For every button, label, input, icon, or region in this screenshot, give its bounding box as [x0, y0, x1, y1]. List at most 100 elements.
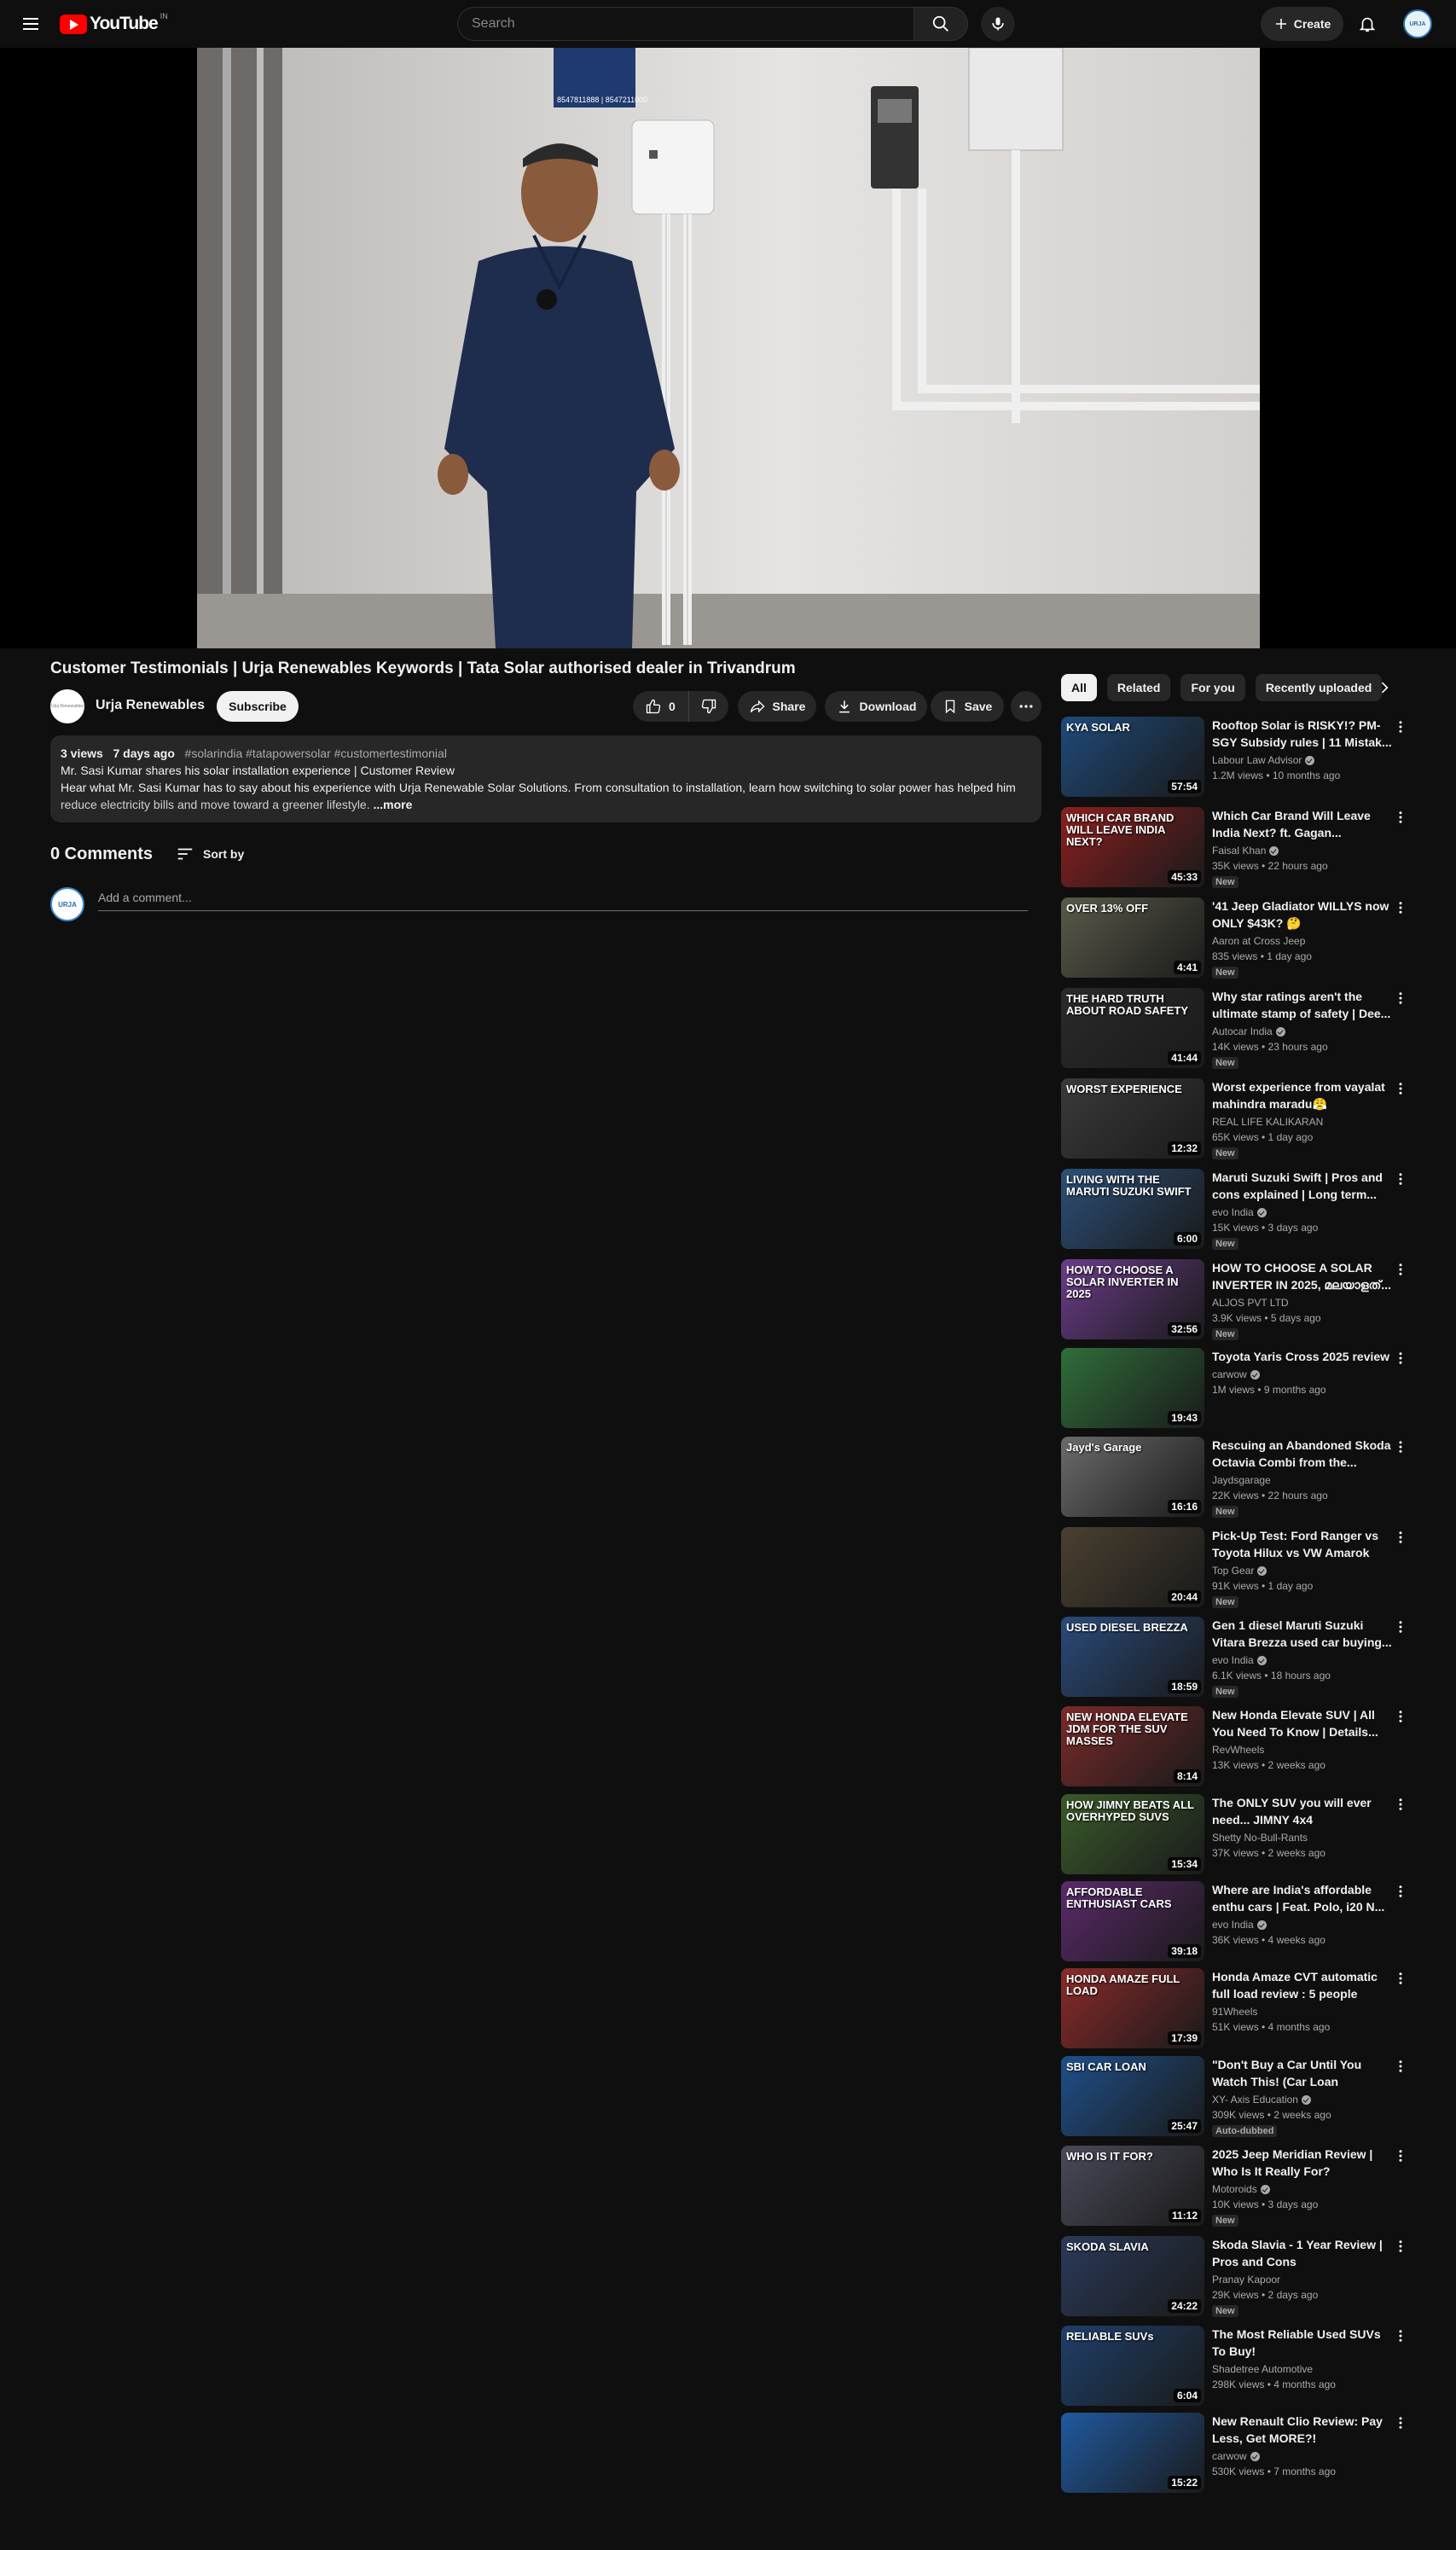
related-video-item[interactable]: AFFORDABLE ENTHUSIAST CARS 39:18 Where are…	[1061, 1881, 1419, 1961]
related-video-title[interactable]: Which Car Brand Will Leave India Next? f…	[1212, 807, 1393, 841]
related-video-item[interactable]: RELIABLE SUVs 6:04 The Most Reliable Used …	[1061, 2326, 1419, 2406]
more-actions-button[interactable]	[1011, 691, 1041, 722]
related-video-menu-button[interactable]	[1390, 717, 1411, 737]
related-video-item[interactable]: SBI CAR LOAN 25:47 "Don't Buy a Car Until …	[1061, 2056, 1419, 2137]
related-video-title[interactable]: New Honda Elevate SUV | All You Need To …	[1212, 1706, 1393, 1740]
menu-button[interactable]	[14, 7, 48, 41]
related-video-item[interactable]: SKODA SLAVIA 24:22 Skoda Slavia - 1 Year R…	[1061, 2236, 1419, 2317]
related-video-item[interactable]: 15:22 New Renault Clio Review: Pay Less, …	[1061, 2413, 1419, 2493]
related-video-menu-button[interactable]	[1390, 1881, 1411, 1902]
video-thumbnail[interactable]: HOW JIMNY BEATS ALL OVERHYPED SUVS 15:34	[1061, 1794, 1204, 1874]
create-button[interactable]: Create	[1261, 7, 1343, 41]
video-thumbnail[interactable]: 15:22	[1061, 2413, 1204, 2493]
chip-for-you[interactable]: For you	[1180, 674, 1245, 701]
video-thumbnail[interactable]: WHICH CAR BRAND WILL LEAVE INDIA NEXT? 45…	[1061, 807, 1204, 887]
related-video-item[interactable]: LIVING WITH THE MARUTI SUZUKI SWIFT 6:00 M…	[1061, 1169, 1419, 1250]
chip-all[interactable]: All	[1061, 674, 1097, 701]
search-button[interactable]	[914, 7, 968, 41]
related-video-title[interactable]: Where are India's affordable enthu cars …	[1212, 1881, 1393, 1915]
video-thumbnail[interactable]: THE HARD TRUTH ABOUT ROAD SAFETY 41:44	[1061, 988, 1204, 1068]
related-video-title[interactable]: Gen 1 diesel Maruti Suzuki Vitara Brezza…	[1212, 1617, 1393, 1651]
related-video-channel[interactable]: Autocar India	[1212, 1025, 1285, 1037]
related-video-item[interactable]: 20:44 Pick-Up Test: Ford Ranger vs Toyota…	[1061, 1527, 1419, 1608]
related-video-title[interactable]: HOW TO CHOOSE A SOLAR INVERTER IN 2025, …	[1212, 1259, 1393, 1293]
related-video-menu-button[interactable]	[1390, 2326, 1411, 2346]
related-video-channel[interactable]: Pranay Kapoor	[1212, 2274, 1280, 2286]
related-video-item[interactable]: THE HARD TRUTH ABOUT ROAD SAFETY 41:44 Why…	[1061, 988, 1419, 1069]
related-video-channel[interactable]: Jaydsgarage	[1212, 1474, 1271, 1486]
related-video-menu-button[interactable]	[1390, 2413, 1411, 2433]
related-video-item[interactable]: KYA SOLAR 57:54 Rooftop Solar is RISKY!? P…	[1061, 717, 1419, 797]
video-thumbnail[interactable]: OVER 13% OFF 4:41	[1061, 897, 1204, 978]
related-video-menu-button[interactable]	[1390, 1259, 1411, 1280]
related-video-menu-button[interactable]	[1390, 1348, 1411, 1368]
video-thumbnail[interactable]: WHO IS IT FOR? 11:12	[1061, 2146, 1204, 2226]
related-video-title[interactable]: Toyota Yaris Cross 2025 review	[1212, 1348, 1393, 1365]
related-video-menu-button[interactable]	[1390, 1968, 1411, 1989]
related-video-menu-button[interactable]	[1390, 988, 1411, 1008]
chips-next-button[interactable]	[1367, 674, 1401, 701]
video-thumbnail[interactable]: NEW HONDA ELEVATE JDM FOR THE SUV MASSES…	[1061, 1706, 1204, 1786]
related-video-channel[interactable]: Shetty No-Bull-Rants	[1212, 1832, 1308, 1844]
voice-search-button[interactable]	[981, 7, 1015, 41]
related-video-menu-button[interactable]	[1390, 1169, 1411, 1189]
related-video-channel[interactable]: 91Wheels	[1212, 2006, 1257, 2018]
related-video-item[interactable]: HONDA AMAZE FULL LOAD 17:39 Honda Amaze CV…	[1061, 1968, 1419, 2048]
video-thumbnail[interactable]: SBI CAR LOAN 25:47	[1061, 2056, 1204, 2136]
related-video-channel[interactable]: REAL LIFE KALIKARAN	[1212, 1116, 1323, 1128]
related-video-menu-button[interactable]	[1390, 1706, 1411, 1727]
channel-name[interactable]: Urja Renewables	[96, 698, 205, 713]
related-video-channel[interactable]: Labour Law Advisor	[1212, 754, 1315, 766]
related-video-channel[interactable]: Top Gear	[1212, 1565, 1267, 1577]
related-video-title[interactable]: Worst experience from vayalat mahindra m…	[1212, 1078, 1393, 1112]
related-video-menu-button[interactable]	[1390, 1794, 1411, 1815]
related-video-menu-button[interactable]	[1390, 1617, 1411, 1637]
related-video-channel[interactable]: evo India	[1212, 1206, 1267, 1218]
related-video-item[interactable]: USED DIESEL BREZZA 18:59 Gen 1 diesel Maru…	[1061, 1617, 1419, 1698]
related-video-item[interactable]: OVER 13% OFF 4:41 '41 Jeep Gladiator WILLY…	[1061, 897, 1419, 979]
video-thumbnail[interactable]: RELIABLE SUVs 6:04	[1061, 2326, 1204, 2406]
related-video-channel[interactable]: carwow	[1212, 1368, 1260, 1380]
video-thumbnail[interactable]: AFFORDABLE ENTHUSIAST CARS 39:18	[1061, 1881, 1204, 1961]
related-video-title[interactable]: Why star ratings aren't the ultimate sta…	[1212, 988, 1393, 1022]
related-video-title[interactable]: Honda Amaze CVT automatic full load revi…	[1212, 1968, 1393, 2002]
video-thumbnail[interactable]: 20:44	[1061, 1527, 1204, 1607]
account-avatar[interactable]: URJA	[1403, 9, 1432, 38]
related-video-item[interactable]: Jayd's Garage 16:16 Rescuing an Abandoned …	[1061, 1437, 1419, 1518]
description-box[interactable]: 3 views 7 days ago #solarindia #tatapowe…	[50, 735, 1041, 822]
related-video-title[interactable]: The Most Reliable Used SUVs To Buy!	[1212, 2326, 1393, 2360]
related-video-channel[interactable]: evo India	[1212, 1919, 1267, 1931]
chip-related[interactable]: Related	[1106, 674, 1171, 701]
related-video-channel[interactable]: Aaron at Cross Jeep	[1212, 935, 1305, 947]
related-video-menu-button[interactable]	[1390, 1437, 1411, 1457]
video-thumbnail[interactable]: KYA SOLAR 57:54	[1061, 717, 1204, 797]
video-thumbnail[interactable]: HOW TO CHOOSE A SOLAR INVERTER IN 2025 32…	[1061, 1259, 1204, 1339]
related-video-menu-button[interactable]	[1390, 2236, 1411, 2257]
video-thumbnail[interactable]: HONDA AMAZE FULL LOAD 17:39	[1061, 1968, 1204, 2048]
show-more-link[interactable]: ...more	[374, 798, 413, 811]
related-video-channel[interactable]: Shadetree Automotive	[1212, 2363, 1313, 2375]
related-video-item[interactable]: WHICH CAR BRAND WILL LEAVE INDIA NEXT? 45…	[1061, 807, 1419, 888]
sort-by-button[interactable]: Sort by	[176, 845, 244, 863]
related-video-title[interactable]: New Renault Clio Review: Pay Less, Get M…	[1212, 2413, 1393, 2447]
related-video-menu-button[interactable]	[1390, 897, 1411, 918]
video-thumbnail[interactable]: Jayd's Garage 16:16	[1061, 1437, 1204, 1517]
related-video-menu-button[interactable]	[1390, 1078, 1411, 1099]
chip-recently-uploaded[interactable]: Recently uploaded	[1255, 674, 1383, 701]
related-video-menu-button[interactable]	[1390, 1527, 1411, 1548]
related-video-title[interactable]: 2025 Jeep Meridian Review | Who Is It Re…	[1212, 2146, 1393, 2180]
related-video-title[interactable]: Rooftop Solar is RISKY!? PM-SGY Subsidy …	[1212, 717, 1393, 751]
related-video-title[interactable]: Maruti Suzuki Swift | Pros and cons expl…	[1212, 1169, 1393, 1203]
add-comment-input[interactable]: Add a comment...	[98, 891, 1028, 911]
related-video-item[interactable]: WHO IS IT FOR? 11:12 2025 Jeep Meridian Re…	[1061, 2146, 1419, 2227]
related-video-title[interactable]: Skoda Slavia - 1 Year Review | Pros and …	[1212, 2236, 1393, 2270]
related-video-menu-button[interactable]	[1390, 2056, 1411, 2077]
related-video-item[interactable]: WORST EXPERIENCE 12:32 Worst experience fr…	[1061, 1078, 1419, 1159]
search-input[interactable]	[472, 16, 914, 32]
channel-avatar[interactable]: Urja Renewables	[50, 689, 84, 723]
save-button[interactable]: Save	[931, 691, 1004, 722]
related-video-item[interactable]: NEW HONDA ELEVATE JDM FOR THE SUV MASSES…	[1061, 1706, 1419, 1786]
hashtags[interactable]: #solarindia #tatapowersolar #customertes…	[185, 746, 447, 760]
related-video-channel[interactable]: RevWheels	[1212, 1744, 1264, 1756]
related-video-channel[interactable]: Motoroids	[1212, 2183, 1270, 2195]
